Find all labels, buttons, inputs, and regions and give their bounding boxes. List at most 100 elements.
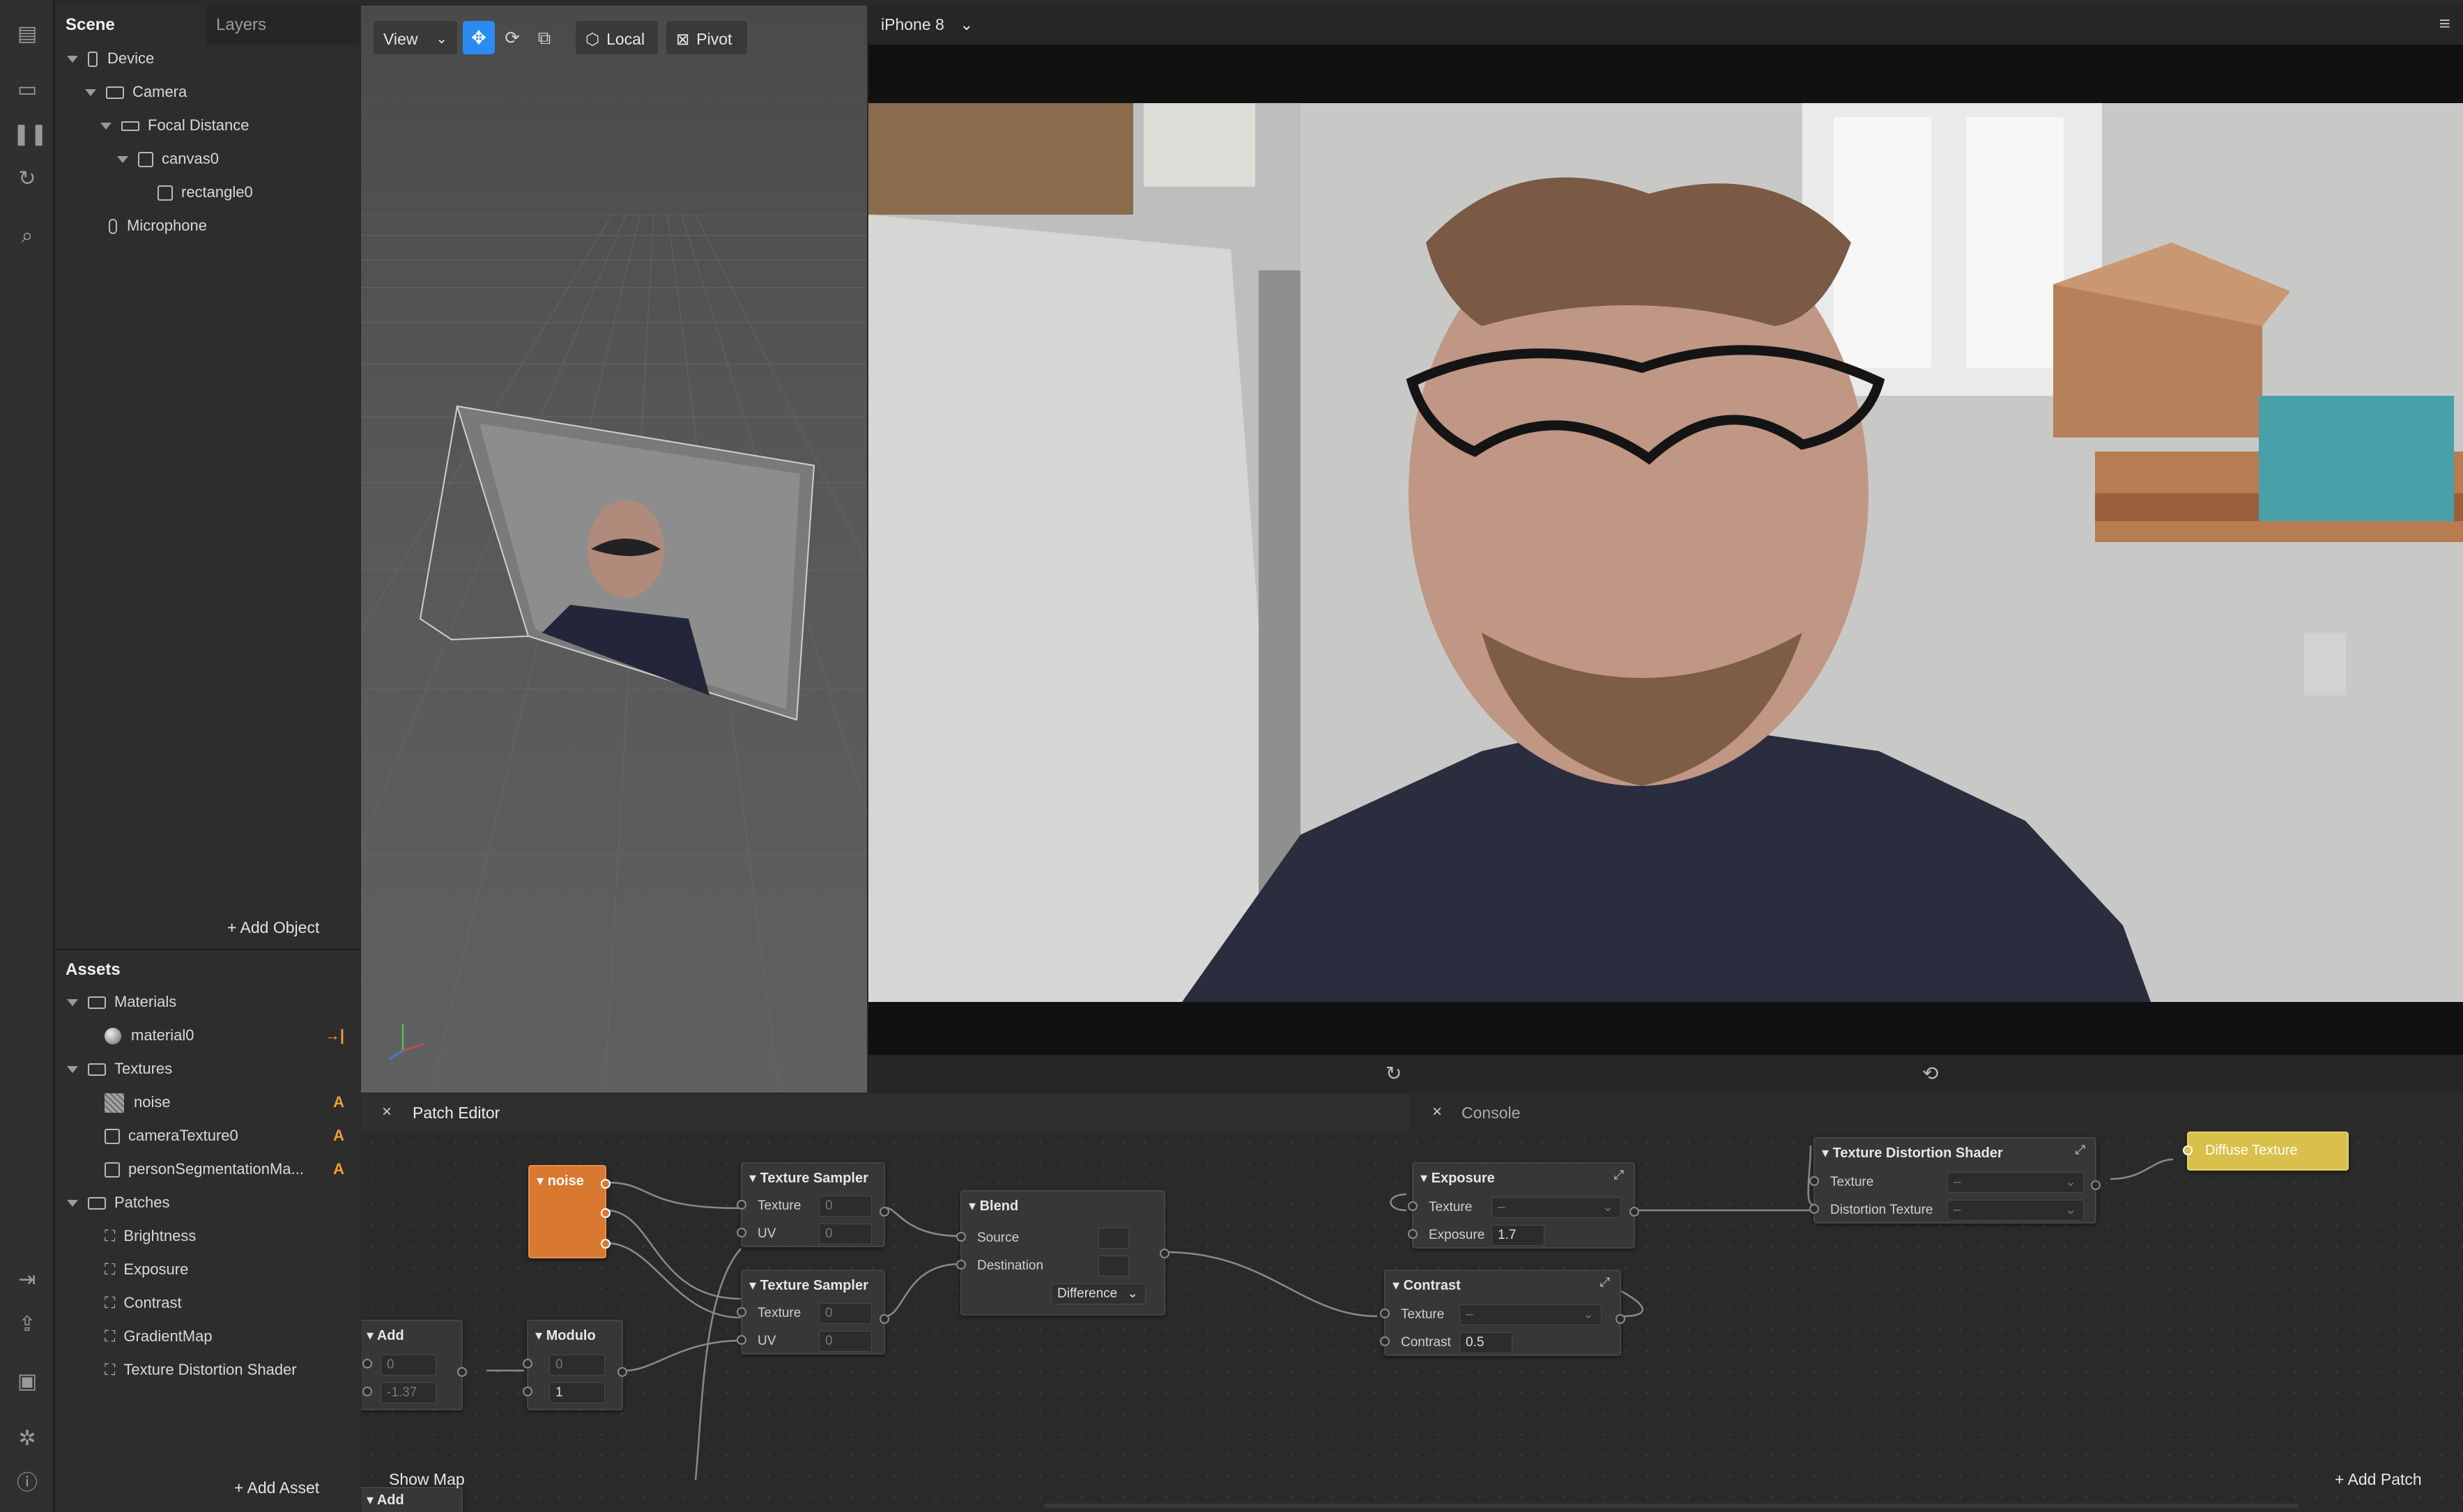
expand-triangle-icon[interactable]: [117, 156, 128, 164]
upload-icon[interactable]: ⇪: [13, 1310, 42, 1339]
texture-field[interactable]: – ⌄: [1459, 1304, 1602, 1325]
input-port[interactable]: [1408, 1201, 1418, 1211]
collapse-triangle-icon[interactable]: ▾: [367, 1492, 377, 1508]
tree-item-rectangle0[interactable]: rectangle0: [158, 177, 253, 208]
uv-field[interactable]: 0: [819, 1224, 872, 1244]
close-icon[interactable]: ×: [382, 1102, 392, 1122]
menu-icon[interactable]: ≡: [2439, 13, 2450, 35]
view-dropdown[interactable]: View ⌄: [372, 20, 459, 56]
expand-icon[interactable]: ⤢: [1614, 1168, 1624, 1182]
console-tab[interactable]: Console: [1461, 1104, 1520, 1123]
output-port[interactable]: [1160, 1249, 1169, 1258]
input-port[interactable]: [956, 1232, 966, 1242]
collapse-triangle-icon[interactable]: ▾: [1392, 1278, 1404, 1293]
horizontal-scrollbar[interactable]: [1044, 1504, 2299, 1508]
asset-item-brightness[interactable]: ⛶ Brightness: [105, 1221, 196, 1251]
library-icon[interactable]: ▣: [13, 1367, 42, 1396]
input-port[interactable]: [737, 1335, 746, 1345]
tab-scene[interactable]: Scene: [56, 6, 206, 45]
input-port[interactable]: [956, 1260, 966, 1270]
input-port[interactable]: [1809, 1204, 1819, 1214]
pause-icon[interactable]: ❚❚: [13, 120, 47, 149]
add-input-a[interactable]: 0: [381, 1355, 436, 1375]
input-port[interactable]: [1809, 1176, 1819, 1186]
asset-item-material0[interactable]: material0 →|: [105, 1020, 360, 1051]
asset-item-cameratexture0[interactable]: cameraTexture0 A: [105, 1120, 360, 1151]
show-map-button[interactable]: Show Map: [389, 1470, 465, 1489]
expand-triangle-icon[interactable]: [67, 1066, 78, 1074]
input-port[interactable]: [737, 1307, 746, 1317]
asset-folder-patches[interactable]: Patches: [67, 1187, 360, 1218]
collapse-triangle-icon[interactable]: ▾: [969, 1198, 980, 1214]
local-toggle-button[interactable]: ⬡ Local: [574, 20, 659, 56]
output-port[interactable]: [2091, 1180, 2101, 1190]
input-port[interactable]: [523, 1387, 532, 1396]
output-port[interactable]: [457, 1367, 467, 1377]
tree-item-focal-distance[interactable]: Focal Distance: [100, 110, 250, 141]
patch-node-add[interactable]: ▾ Add 0 -1.37: [361, 1320, 467, 1410]
tree-item-device[interactable]: Device: [67, 43, 154, 74]
tree-item-canvas0[interactable]: canvas0: [117, 144, 219, 174]
video-icon[interactable]: ▭: [13, 75, 42, 105]
scale-tool-icon[interactable]: ⧉: [528, 21, 560, 54]
add-input-b[interactable]: -1.37: [381, 1382, 436, 1403]
distortion-texture-field[interactable]: – ⌄: [1947, 1200, 2084, 1221]
modulo-input-b[interactable]: 1: [549, 1382, 605, 1403]
texture-field[interactable]: – ⌄: [1947, 1172, 2084, 1193]
bug-icon[interactable]: ✲: [13, 1424, 42, 1453]
collapse-triangle-icon[interactable]: ▾: [749, 1278, 760, 1293]
asset-item-noise[interactable]: noise A: [105, 1087, 360, 1118]
expand-icon[interactable]: ⤢: [2075, 1143, 2085, 1157]
patch-node-exposure[interactable]: ▾ Exposure ⤢ Texture – ⌄ Exposure 1.7: [1408, 1162, 1639, 1249]
asset-item-person-segmentation[interactable]: personSegmentationMa... A: [105, 1154, 360, 1185]
input-port[interactable]: [1380, 1309, 1390, 1318]
input-port[interactable]: [2183, 1145, 2193, 1155]
tab-layers[interactable]: Layers: [206, 6, 360, 45]
expand-triangle-icon[interactable]: [67, 1200, 78, 1208]
scene-viewport[interactable]: View ⌄ ✥ ⟳ ⧉ ⬡ Local ⊠ Pivot: [361, 6, 867, 1093]
patch-graph-canvas[interactable]: ▾ noise ▾ Texture Sampler Texture 0 UV 0…: [361, 1132, 2463, 1512]
add-patch-button[interactable]: + Add Patch: [2335, 1470, 2422, 1489]
output-port[interactable]: [1629, 1207, 1639, 1217]
expand-triangle-icon[interactable]: [67, 56, 78, 63]
search-icon[interactable]: ⌕: [13, 222, 42, 251]
patch-node-texture-sampler-2[interactable]: ▾ Texture Sampler Texture 0 UV 0: [737, 1270, 889, 1355]
patch-node-texture-distortion-shader[interactable]: ▾ Texture Distortion Shader ⤢ Texture – …: [1809, 1137, 2101, 1224]
texture-field[interactable]: – ⌄: [1491, 1197, 1621, 1218]
input-port[interactable]: [362, 1387, 372, 1396]
input-port[interactable]: [1380, 1336, 1390, 1346]
help-icon[interactable]: ⓘ: [13, 1469, 42, 1498]
expand-icon[interactable]: ⤢: [1600, 1275, 1610, 1290]
input-port[interactable]: [1408, 1229, 1418, 1239]
collapse-triangle-icon[interactable]: ▾: [367, 1328, 377, 1343]
move-tool-icon[interactable]: ✥: [463, 21, 495, 54]
output-port[interactable]: [880, 1314, 889, 1324]
patch-node-contrast[interactable]: ▾ Contrast ⤢ Texture – ⌄ Contrast 0.5: [1380, 1270, 1625, 1356]
collapse-triangle-icon[interactable]: ▾: [537, 1173, 548, 1189]
output-port[interactable]: [880, 1207, 889, 1217]
exposure-field[interactable]: 1.7: [1491, 1225, 1544, 1246]
patch-node-noise[interactable]: ▾ noise: [528, 1165, 611, 1258]
tree-item-camera[interactable]: Camera: [85, 77, 187, 107]
source-field[interactable]: [1098, 1228, 1129, 1249]
output-port[interactable]: [617, 1367, 627, 1377]
texture-field[interactable]: 0: [819, 1303, 872, 1324]
device-selector[interactable]: iPhone 8 ⌄: [881, 15, 973, 34]
output-port[interactable]: [1616, 1314, 1625, 1324]
asset-item-texture-distortion-shader[interactable]: ⛶ Texture Distortion Shader: [105, 1355, 297, 1385]
refresh-icon[interactable]: ↻: [13, 164, 42, 194]
patch-node-modulo[interactable]: ▾ Modulo 0 1: [523, 1320, 627, 1410]
expand-triangle-icon[interactable]: [67, 999, 78, 1007]
input-port[interactable]: [362, 1359, 372, 1368]
asset-folder-textures[interactable]: Textures: [67, 1054, 360, 1084]
modulo-input-a[interactable]: 0: [549, 1355, 605, 1375]
output-port[interactable]: [601, 1179, 611, 1189]
expand-triangle-icon[interactable]: [85, 89, 96, 97]
patch-node-diffuse-texture[interactable]: Diffuse Texture: [2183, 1132, 2349, 1171]
asset-folder-materials[interactable]: Materials: [67, 987, 360, 1017]
input-port[interactable]: [737, 1200, 746, 1210]
add-object-button[interactable]: + Add Object: [227, 918, 319, 937]
input-port[interactable]: [737, 1228, 746, 1237]
patch-node-texture-sampler-1[interactable]: ▾ Texture Sampler Texture 0 UV 0: [737, 1162, 889, 1247]
collapse-triangle-icon[interactable]: ▾: [1822, 1145, 1833, 1161]
